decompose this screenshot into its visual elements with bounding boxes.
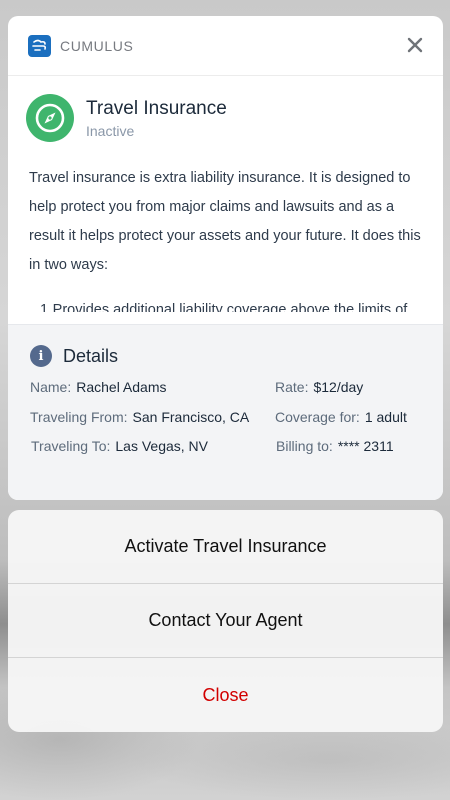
description-text: Travel insurance is extra liability insu… [29, 170, 421, 273]
detail-value: Las Vegas, NV [115, 438, 208, 454]
details-grid: Name: Rachel Adams Traveling From: San Fra… [30, 379, 421, 479]
list-item-text: Provides additional liability coverage a… [52, 302, 408, 312]
list-item: 1. Provides additional liability coverag… [29, 296, 421, 312]
details-title: Details [63, 345, 119, 366]
product-title-row: Travel Insurance Inactive [26, 94, 443, 142]
app-name: CUMULUS [60, 37, 134, 54]
detail-label: Traveling From: [30, 409, 128, 425]
detail-label: Name: [30, 379, 72, 395]
detail-label: Billing to: [276, 438, 333, 454]
detail-value: Rachel Adams [76, 379, 167, 395]
detail-traveling-to: Traveling To: Las Vegas, NV [31, 438, 208, 454]
detail-billing: Billing to: **** 2311 [276, 438, 394, 454]
detail-value: $12/day [313, 379, 364, 395]
details-section: i Details Name: Rachel Adams Traveling Fr… [8, 324, 443, 500]
close-icon[interactable] [405, 35, 425, 55]
product-content: Travel Insurance Inactive Travel insuran… [8, 94, 443, 312]
product-status: Inactive [86, 122, 135, 139]
detail-value: **** 2311 [337, 438, 394, 454]
detail-name: Name: Rachel Adams [30, 379, 167, 395]
details-header: i Details [30, 345, 421, 367]
detail-traveling-from: Traveling From: San Francisco, CA [30, 409, 249, 425]
compass-icon [26, 94, 74, 142]
contact-agent-button[interactable]: Contact Your Agent [8, 584, 443, 658]
cloud-wind-icon [28, 34, 51, 57]
detail-label: Coverage for: [275, 409, 360, 425]
close-button[interactable]: Close [8, 658, 443, 732]
detail-value: San Francisco, CA [132, 409, 250, 425]
detail-rate: Rate: $12/day [275, 379, 363, 395]
detail-label: Rate: [275, 379, 309, 395]
action-sheet: Activate Travel Insurance Contact Your A… [8, 510, 443, 732]
detail-value: 1 adult [364, 409, 407, 425]
detail-label: Traveling To: [31, 438, 111, 454]
detail-coverage: Coverage for: 1 adult [275, 409, 407, 425]
list-item-number: 1. [40, 302, 53, 312]
product-card: CUMULUS Travel Insurance Inactive Travel… [8, 16, 443, 500]
activate-button[interactable]: Activate Travel Insurance [8, 510, 443, 584]
card-header: CUMULUS [8, 16, 443, 76]
product-title: Travel Insurance [86, 97, 227, 119]
product-description[interactable]: Travel insurance is extra liability insu… [29, 164, 443, 312]
info-icon: i [30, 345, 52, 367]
